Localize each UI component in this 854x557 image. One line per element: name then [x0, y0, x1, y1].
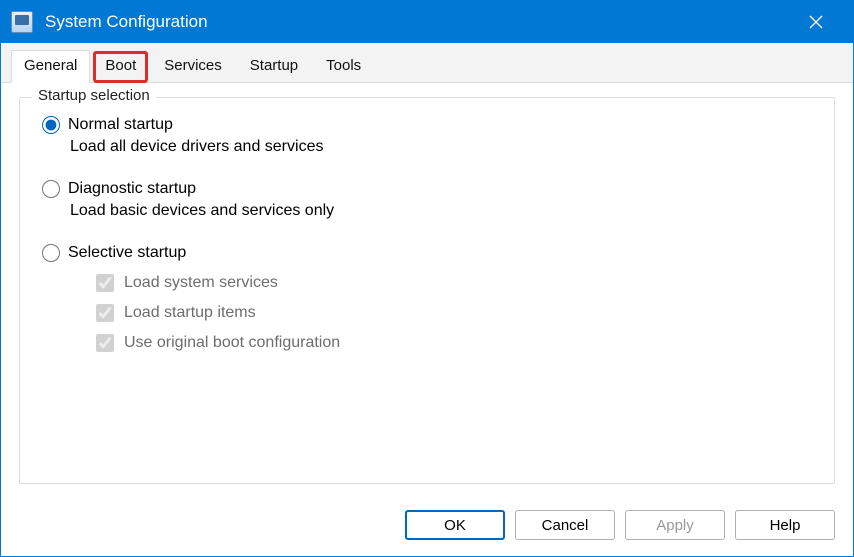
app-icon — [11, 11, 33, 33]
check-load-services-label: Load system services — [124, 274, 278, 292]
radio-selective-startup[interactable]: Selective startup — [42, 244, 812, 262]
check-original-boot-label: Use original boot configuration — [124, 334, 340, 352]
help-button[interactable]: Help — [735, 510, 835, 540]
radio-normal-label: Normal startup — [68, 116, 173, 134]
check-load-startup: Load startup items — [96, 304, 812, 322]
apply-button: Apply — [625, 510, 725, 540]
close-button[interactable] — [793, 6, 839, 38]
radio-normal-input[interactable] — [42, 116, 60, 134]
radio-selective-input[interactable] — [42, 244, 60, 262]
ok-button[interactable]: OK — [405, 510, 505, 540]
dialog-buttons: OK Cancel Apply Help — [1, 498, 853, 556]
radio-diagnostic-startup[interactable]: Diagnostic startup — [42, 180, 812, 198]
radio-normal-startup[interactable]: Normal startup — [42, 116, 812, 134]
system-configuration-window: System Configuration General Boot Servic… — [0, 0, 854, 557]
tab-services[interactable]: Services — [151, 50, 235, 83]
tab-tools[interactable]: Tools — [313, 50, 374, 83]
check-load-startup-label: Load startup items — [124, 304, 256, 322]
window-title: System Configuration — [45, 12, 793, 32]
tabstrip: General Boot Services Startup Tools — [1, 43, 853, 83]
cancel-button[interactable]: Cancel — [515, 510, 615, 540]
tab-boot[interactable]: Boot — [92, 50, 149, 83]
check-original-boot: Use original boot configuration — [96, 334, 812, 352]
check-load-startup-input — [96, 304, 114, 322]
tab-startup[interactable]: Startup — [237, 50, 311, 83]
close-icon — [809, 15, 823, 29]
startup-selection-group: Startup selection Normal startup Load al… — [19, 97, 835, 484]
tab-content: Startup selection Normal startup Load al… — [1, 83, 853, 498]
radio-selective-label: Selective startup — [68, 244, 186, 262]
check-load-services-input — [96, 274, 114, 292]
selective-options: Load system services Load startup items … — [42, 274, 812, 352]
radio-diagnostic-input[interactable] — [42, 180, 60, 198]
normal-desc: Load all device drivers and services — [70, 138, 812, 156]
radio-diagnostic-label: Diagnostic startup — [68, 180, 196, 198]
check-original-boot-input — [96, 334, 114, 352]
group-label: Startup selection — [32, 87, 156, 104]
titlebar: System Configuration — [1, 1, 853, 43]
check-load-services: Load system services — [96, 274, 812, 292]
diagnostic-desc: Load basic devices and services only — [70, 202, 812, 220]
tab-general[interactable]: General — [11, 50, 90, 83]
